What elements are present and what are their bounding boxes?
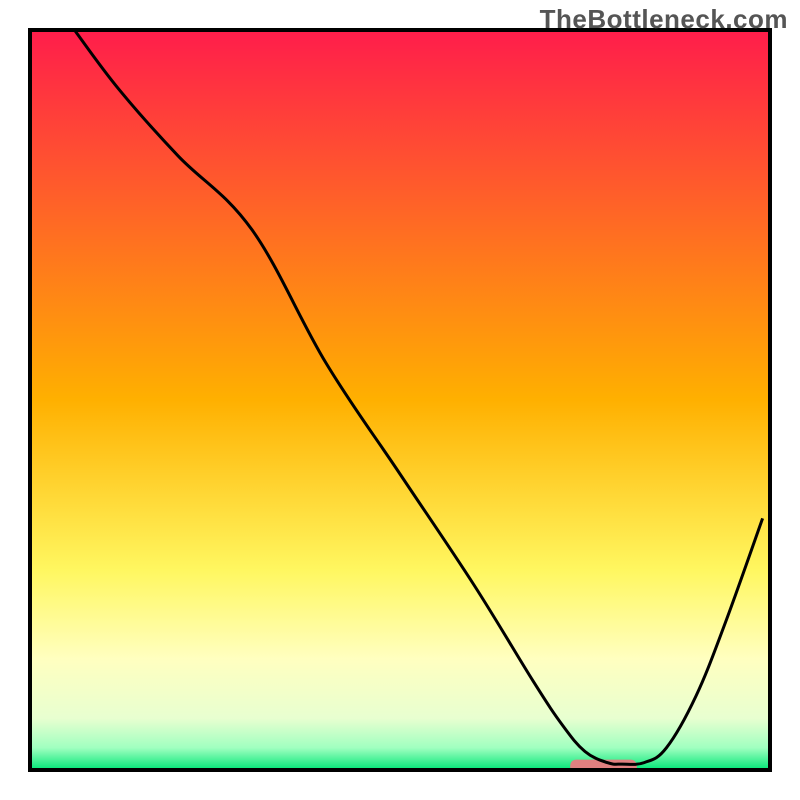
plot-background-gradient (30, 30, 770, 770)
chart-container: TheBottleneck.com (0, 0, 800, 800)
bottleneck-chart (0, 0, 800, 800)
watermark-text: TheBottleneck.com (540, 4, 788, 35)
